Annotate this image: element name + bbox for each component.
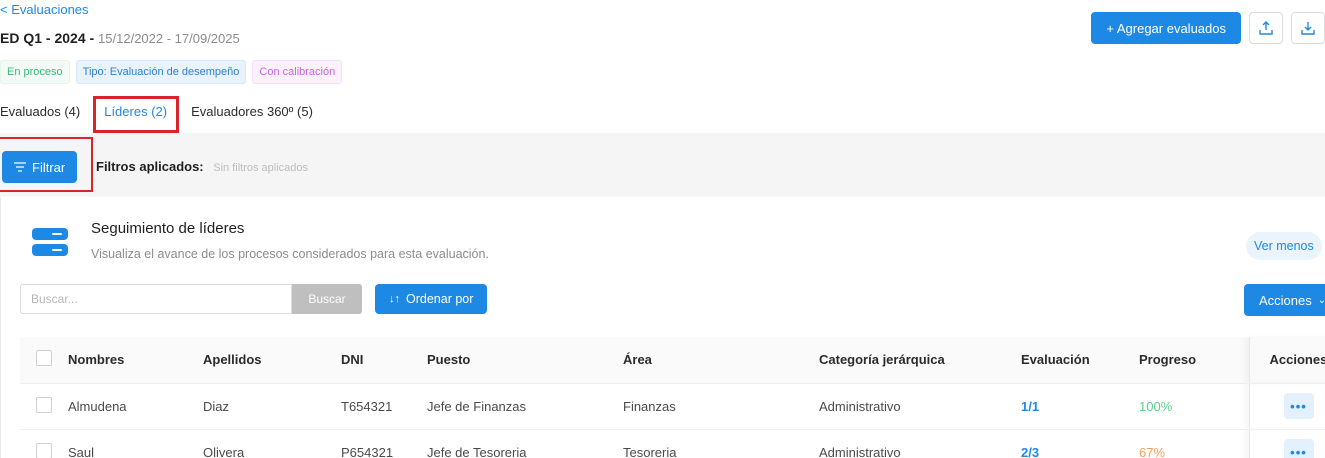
server-icon — [32, 228, 68, 256]
status-tags: En proceso Tipo: Evaluación de desempeño… — [0, 60, 343, 84]
tab-evaluados[interactable]: Evaluados (4) — [0, 98, 80, 125]
download-button[interactable] — [1291, 12, 1325, 44]
cell-area: Tesoreria — [623, 429, 819, 458]
ver-menos-button[interactable]: Ver menos — [1246, 232, 1322, 260]
column-header-acciones: Acciones — [1248, 337, 1325, 384]
table-row: Almudena Diaz T654321 Jefe de Finanzas F… — [20, 383, 1325, 430]
table-row: Saul Olivera P654321 Jefe de Tesoreria T… — [20, 429, 1325, 458]
page-title: ED Q1 - 2024 - 15/12/2022 - 17/09/2025 — [0, 30, 240, 46]
cell-categoria: Administrativo — [819, 383, 1021, 430]
column-header-dni[interactable]: DNI — [341, 337, 427, 384]
cell-nombres: Almudena — [68, 383, 203, 430]
cell-progreso: 67% — [1139, 429, 1249, 458]
cell-apellidos: Diaz — [203, 383, 341, 430]
calibration-tag: Con calibración — [252, 60, 343, 84]
column-header-apellidos[interactable]: Apellidos — [203, 337, 341, 384]
cell-apellidos: Olivera — [203, 429, 341, 458]
upload-icon — [1259, 21, 1273, 35]
upload-button[interactable] — [1249, 12, 1283, 44]
cell-dni: T654321 — [341, 383, 427, 430]
sort-button-label: Ordenar por — [406, 292, 474, 306]
actions-button-label: Acciones — [1259, 292, 1312, 308]
evaluation-dates: 15/12/2022 - 17/09/2025 — [98, 31, 240, 46]
search-input[interactable] — [20, 284, 292, 314]
highlight-box-tab — [93, 96, 179, 133]
applied-filters: Filtros aplicados: Sin filtros aplicados — [96, 159, 308, 174]
column-header-nombres[interactable]: Nombres — [68, 337, 203, 384]
table-header-row: Nombres Apellidos DNI Puesto Área Catego… — [20, 337, 1325, 384]
row-actions-button[interactable]: ••• — [1283, 393, 1314, 419]
filter-icon — [14, 162, 26, 172]
filter-button-label: Filtrar — [32, 159, 66, 175]
applied-filters-label: Filtros aplicados: — [96, 159, 204, 174]
cell-puesto: Jefe de Tesoreria — [427, 429, 623, 458]
type-tag: Tipo: Evaluación de desempeño — [75, 60, 247, 84]
cell-progreso: 100% — [1139, 383, 1249, 430]
cell-puesto: Jefe de Finanzas — [427, 383, 623, 430]
actions-dropdown-button[interactable]: Acciones ⌄ — [1244, 284, 1325, 316]
filter-button[interactable]: Filtrar — [2, 151, 78, 183]
column-header-evaluacion[interactable]: Evaluación — [1021, 337, 1139, 384]
back-link-evaluaciones[interactable]: < Evaluaciones — [0, 2, 89, 17]
status-tag-en-proceso: En proceso — [0, 60, 70, 84]
cell-area: Finanzas — [623, 383, 819, 430]
card-title: Seguimiento de líderes — [91, 220, 245, 237]
top-actions: + Agregar evaluados — [1091, 12, 1325, 44]
sort-button[interactable]: ↓↑ Ordenar por — [375, 284, 488, 314]
download-icon — [1301, 22, 1315, 35]
tab-evaluadores-360[interactable]: Evaluadores 360º (5) — [191, 98, 313, 125]
row-actions-button[interactable]: ••• — [1283, 439, 1314, 458]
select-all-checkbox[interactable] — [36, 350, 52, 367]
search-button[interactable]: Buscar — [292, 284, 362, 314]
cell-categoria: Administrativo — [819, 429, 1021, 458]
cell-evaluacion-link[interactable]: 1/1 — [1021, 399, 1039, 414]
cell-evaluacion-link[interactable]: 2/3 — [1021, 445, 1039, 458]
row-checkbox[interactable] — [36, 396, 52, 413]
card-subtitle: Visualiza el avance de los procesos cons… — [91, 247, 489, 261]
cell-dni: P654321 — [341, 429, 427, 458]
cell-nombres: Saul — [68, 429, 203, 458]
leaders-table: Nombres Apellidos DNI Puesto Área Catego… — [20, 337, 1325, 458]
sort-icon: ↓↑ — [389, 293, 400, 305]
applied-filters-value: Sin filtros aplicados — [213, 162, 309, 174]
add-evaluated-button[interactable]: + Agregar evaluados — [1091, 12, 1241, 44]
evaluation-name: ED Q1 - 2024 - — [0, 30, 95, 46]
column-header-puesto[interactable]: Puesto — [427, 337, 623, 384]
row-checkbox[interactable] — [36, 442, 52, 458]
column-header-categoria[interactable]: Categoría jerárquica — [819, 337, 1021, 384]
column-header-progreso[interactable]: Progreso — [1139, 337, 1249, 384]
column-header-area[interactable]: Área — [623, 337, 819, 384]
chevron-down-icon: ⌄ — [1317, 294, 1325, 306]
